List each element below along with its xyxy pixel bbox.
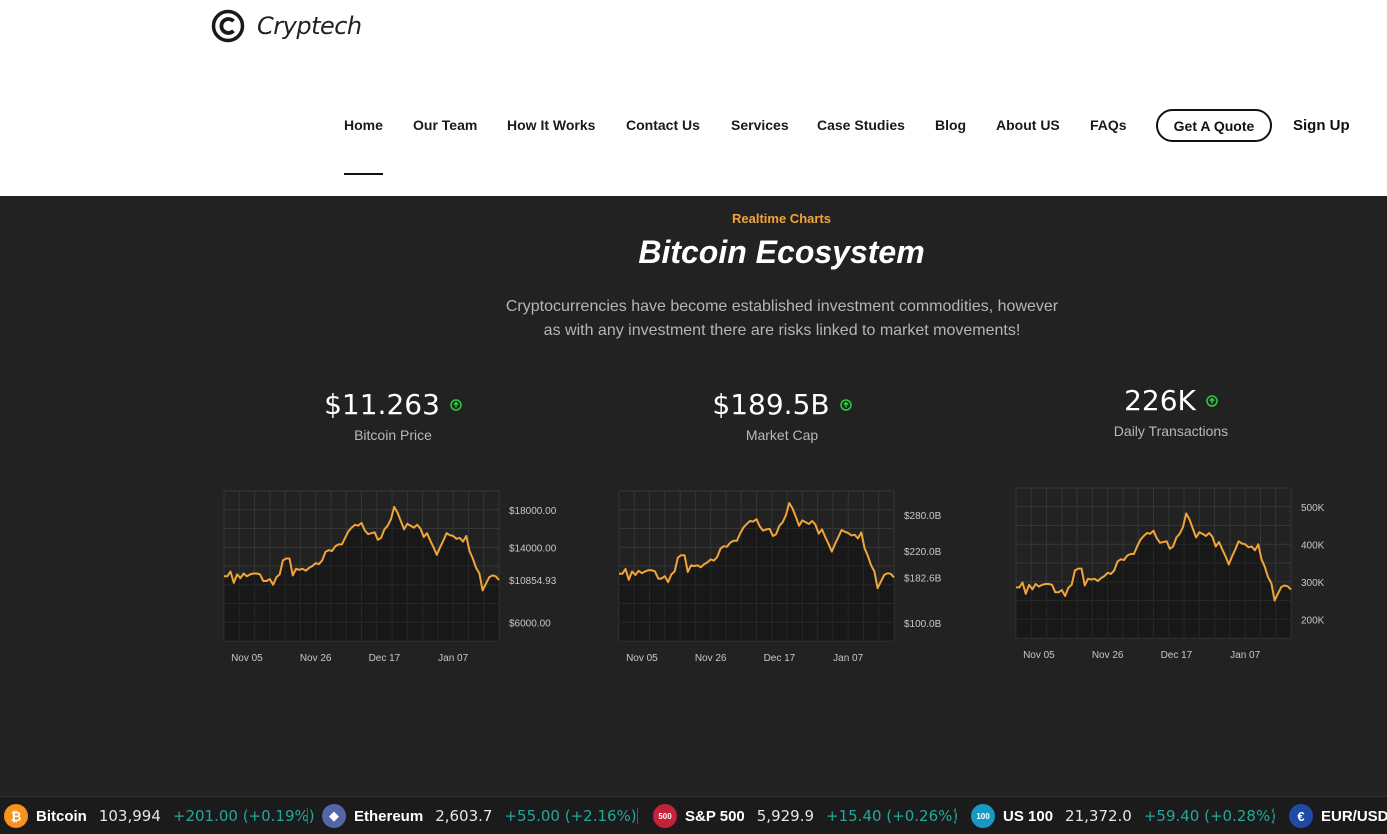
ticker-separator [307, 808, 308, 824]
ticker-item[interactable]: ₿ Bitcoin 103,994 +201.00 (+0.19%) [4, 797, 315, 834]
nav-item-home[interactable]: Home [344, 117, 383, 133]
section-eyebrow: Realtime Charts [732, 211, 831, 226]
ticker-change: +55.00 (+2.16%) [504, 807, 637, 825]
nav-item-services[interactable]: Services [731, 117, 789, 133]
daily-transactions-chart[interactable]: 200K 300K 400K 500K Nov 05 Nov 26 Dec 17 Jan 07 [1015, 487, 1351, 666]
stat-market-cap: $189.5B Market Cap [632, 388, 932, 443]
x-tick-label: Nov 05 [626, 653, 658, 664]
x-tick-label: Nov 26 [695, 653, 727, 664]
description-line-2: as with any investment there are risks l… [543, 322, 1021, 339]
x-tick-label: Dec 17 [1161, 650, 1193, 661]
x-tick-label: Dec 17 [764, 653, 796, 664]
x-tick-label: Nov 26 [300, 653, 332, 664]
chart-svg: $100.0B $220.0B $280.0B $182.6B Nov 05 Nov 26… [618, 490, 942, 664]
y-tick-label: 400K [1301, 540, 1325, 551]
last-value-label: $10854.93 [509, 576, 557, 587]
ticker-separator [955, 808, 956, 824]
nav-item-faqs[interactable]: FAQs [1090, 117, 1127, 133]
last-value-label: $182.6B [904, 573, 942, 584]
stat-value: $11.263 [324, 388, 440, 421]
stat-label: Daily Transactions [1113, 423, 1229, 439]
stat-bitcoin-price: $11.263 Bitcoin Price [243, 388, 543, 443]
ticker-change: +59.40 (+0.28%) [1143, 807, 1277, 825]
ticker-name: Ethereum [354, 807, 424, 825]
y-tick-label: $100.0B [904, 619, 942, 630]
nav-item-our-team[interactable]: Our Team [413, 117, 477, 133]
sign-up-link[interactable]: Sign Up [1293, 117, 1350, 134]
description-line-1: Cryptocurrencies have become established… [505, 298, 1059, 315]
ticker-price: 21,372.0 [1065, 807, 1132, 825]
get-a-quote-button[interactable]: Get A Quote [1156, 109, 1272, 142]
bitcoin-icon: ₿ [4, 804, 28, 828]
x-tick-label: Nov 05 [1023, 650, 1055, 661]
x-tick-label: Jan 07 [833, 653, 863, 664]
ticker-price: 2,603.7 [435, 807, 493, 825]
stat-value: 226K [1124, 384, 1196, 417]
brand-logo[interactable]: Cryptech [211, 9, 362, 43]
trend-up-icon [450, 398, 462, 411]
nav-active-indicator [344, 173, 383, 175]
ticker-item[interactable]: 500 S&P 500 5,929.9 +15.40 (+0.26%) [653, 797, 958, 834]
stat-value: $189.5B [712, 388, 830, 421]
ticker-name: US 100 [1003, 807, 1054, 825]
y-tick-label: 200K [1301, 615, 1325, 626]
ticker-price: 103,994 [98, 807, 161, 825]
nav-item-how-it-works[interactable]: How It Works [507, 117, 595, 133]
us100-icon: 100 [971, 804, 995, 828]
stat-label: Market Cap [745, 427, 819, 443]
ticker-item[interactable]: ◆ Ethereum 2,603.7 +55.00 (+2.16%) [322, 797, 637, 834]
x-tick-label: Dec 17 [369, 653, 401, 664]
chart-svg: $6000.00 $14000.00 $18000.00 $10854.93 Nov 0… [223, 490, 557, 664]
y-tick-label: 500K [1301, 503, 1325, 514]
chart-svg: 200K 300K 400K 500K Nov 05 Nov 26 Dec 17 Jan 07 [1015, 487, 1325, 661]
ticker-name: Bitcoin [36, 807, 87, 825]
y-tick-label: $220.0B [904, 547, 942, 558]
section-title: Bitcoin Ecosystem [638, 234, 925, 270]
series-area [224, 506, 499, 641]
bitcoin-price-chart[interactable]: $6000.00 $14000.00 $18000.00 $10854.93 Nov 0… [223, 490, 559, 669]
ticker-price: 5,929.9 [756, 807, 815, 825]
site-header: Cryptech Home Our Team How It Works Cont… [0, 0, 1387, 196]
section-description: Cryptocurrencies have become established… [496, 295, 1068, 343]
nav-item-about-us[interactable]: About US [996, 117, 1060, 133]
market-ticker: ₿ Bitcoin 103,994 +201.00 (+0.19%) ◆ Ethereum… [0, 796, 1387, 834]
ticker-item[interactable]: € EUR/USD [1289, 797, 1387, 834]
ethereum-icon: ◆ [322, 804, 346, 828]
eur-usd-flag-icon: € [1289, 804, 1313, 828]
x-tick-label: Nov 26 [1092, 650, 1124, 661]
y-tick-label: $14000.00 [509, 543, 557, 554]
brand-name: Cryptech [257, 12, 362, 40]
series-area [619, 503, 894, 641]
ticker-separator [1273, 808, 1274, 824]
nav-item-case-studies[interactable]: Case Studies [817, 117, 905, 133]
y-tick-label: 300K [1301, 578, 1325, 589]
nav-item-contact-us[interactable]: Contact Us [626, 117, 700, 133]
stat-daily-transactions: 226K Daily Transactions [1021, 384, 1321, 439]
y-tick-label: $6000.00 [509, 618, 551, 629]
ticker-name: EUR/USD [1321, 807, 1387, 825]
ticker-change: +201.00 (+0.19%) [172, 807, 315, 825]
copyright-c-icon [211, 9, 245, 43]
realtime-charts-section: Realtime Charts Bitcoin Ecosystem Crypto… [0, 196, 1387, 796]
y-tick-label: $280.0B [904, 511, 942, 522]
x-tick-label: Nov 05 [231, 653, 263, 664]
trend-up-icon [1206, 394, 1218, 407]
ticker-change: +15.40 (+0.26%) [826, 807, 959, 825]
ticker-name: S&P 500 [685, 807, 745, 825]
y-tick-label: $18000.00 [509, 506, 557, 517]
sp500-icon: 500 [653, 804, 677, 828]
x-tick-label: Jan 07 [438, 653, 468, 664]
x-tick-label: Jan 07 [1230, 650, 1260, 661]
nav-item-blog[interactable]: Blog [935, 117, 966, 133]
ticker-separator [637, 808, 638, 824]
ticker-item[interactable]: 100 US 100 21,372.0 +59.40 (+0.28%) [971, 797, 1276, 834]
trend-up-icon [839, 398, 852, 411]
stat-label: Bitcoin Price [354, 427, 432, 443]
market-cap-chart[interactable]: $100.0B $220.0B $280.0B $182.6B Nov 05 Nov 26… [618, 490, 954, 669]
